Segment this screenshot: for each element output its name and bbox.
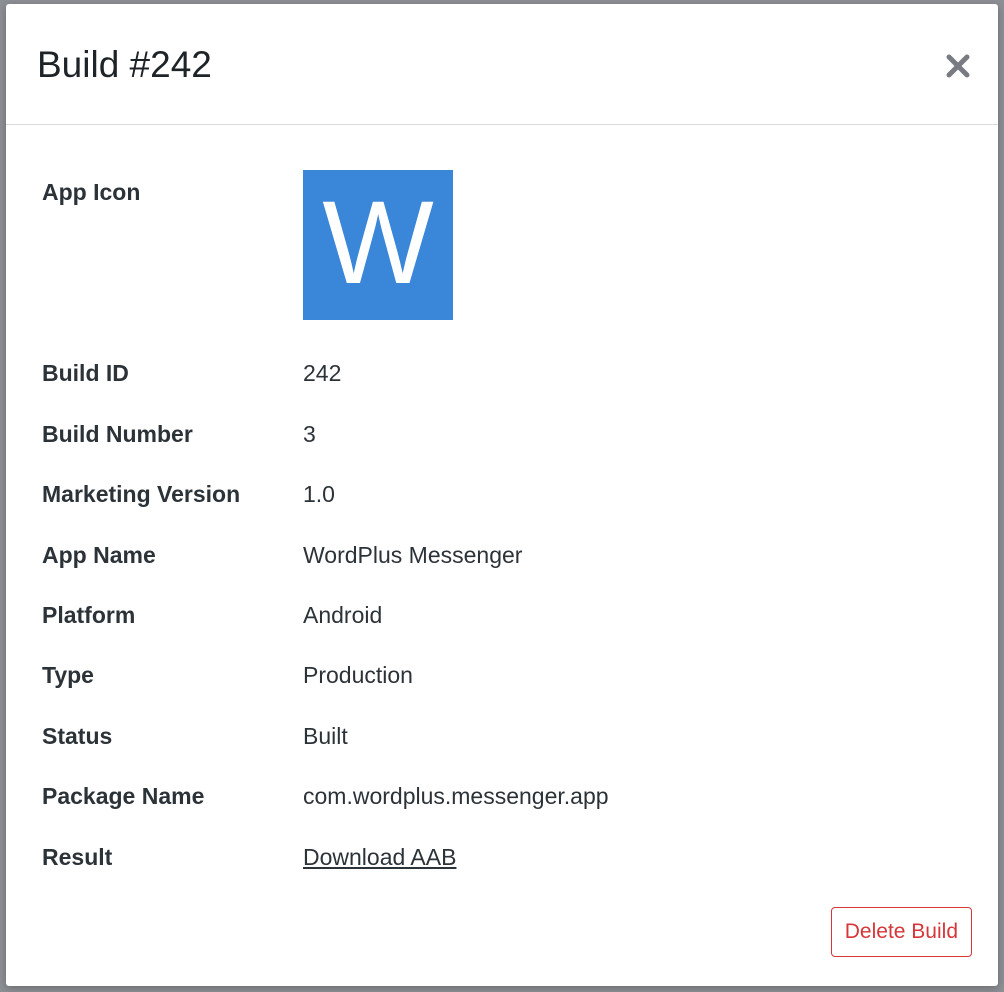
detail-label: Marketing Version	[42, 481, 241, 507]
build-details-modal: Build #242 App Icon W Build ID 242 Build…	[6, 4, 998, 986]
close-button[interactable]	[940, 48, 976, 84]
modal-title: Build #242	[37, 44, 212, 85]
detail-label: App Name	[42, 542, 156, 568]
detail-value: 3	[303, 421, 316, 447]
download-aab-link[interactable]: Download AAB	[303, 842, 456, 872]
detail-label: Type	[42, 662, 94, 688]
app-icon-letter: W	[322, 177, 434, 309]
modal-header: Build #242	[6, 4, 998, 125]
detail-value: Production	[303, 662, 413, 688]
detail-label: Status	[42, 723, 113, 749]
detail-label: Result	[42, 844, 113, 870]
detail-label: Package Name	[42, 783, 205, 809]
app-icon-image: W	[303, 170, 453, 320]
detail-label: Build Number	[42, 421, 193, 447]
detail-label: Build ID	[42, 360, 129, 386]
delete-build-button[interactable]: Delete Build	[830, 907, 972, 957]
detail-value: com.wordplus.messenger.app	[303, 783, 609, 809]
detail-value: 242	[303, 360, 342, 386]
detail-label: Platform	[42, 602, 136, 628]
detail-value: WordPlus Messenger	[303, 542, 523, 568]
detail-value: Built	[303, 723, 348, 749]
modal-body: App Icon W Build ID 242 Build Number 3 M…	[6, 125, 998, 986]
detail-value: Android	[303, 602, 383, 628]
detail-label: App Icon	[42, 179, 141, 205]
detail-value: 1.0	[303, 481, 335, 507]
close-icon	[946, 54, 970, 78]
